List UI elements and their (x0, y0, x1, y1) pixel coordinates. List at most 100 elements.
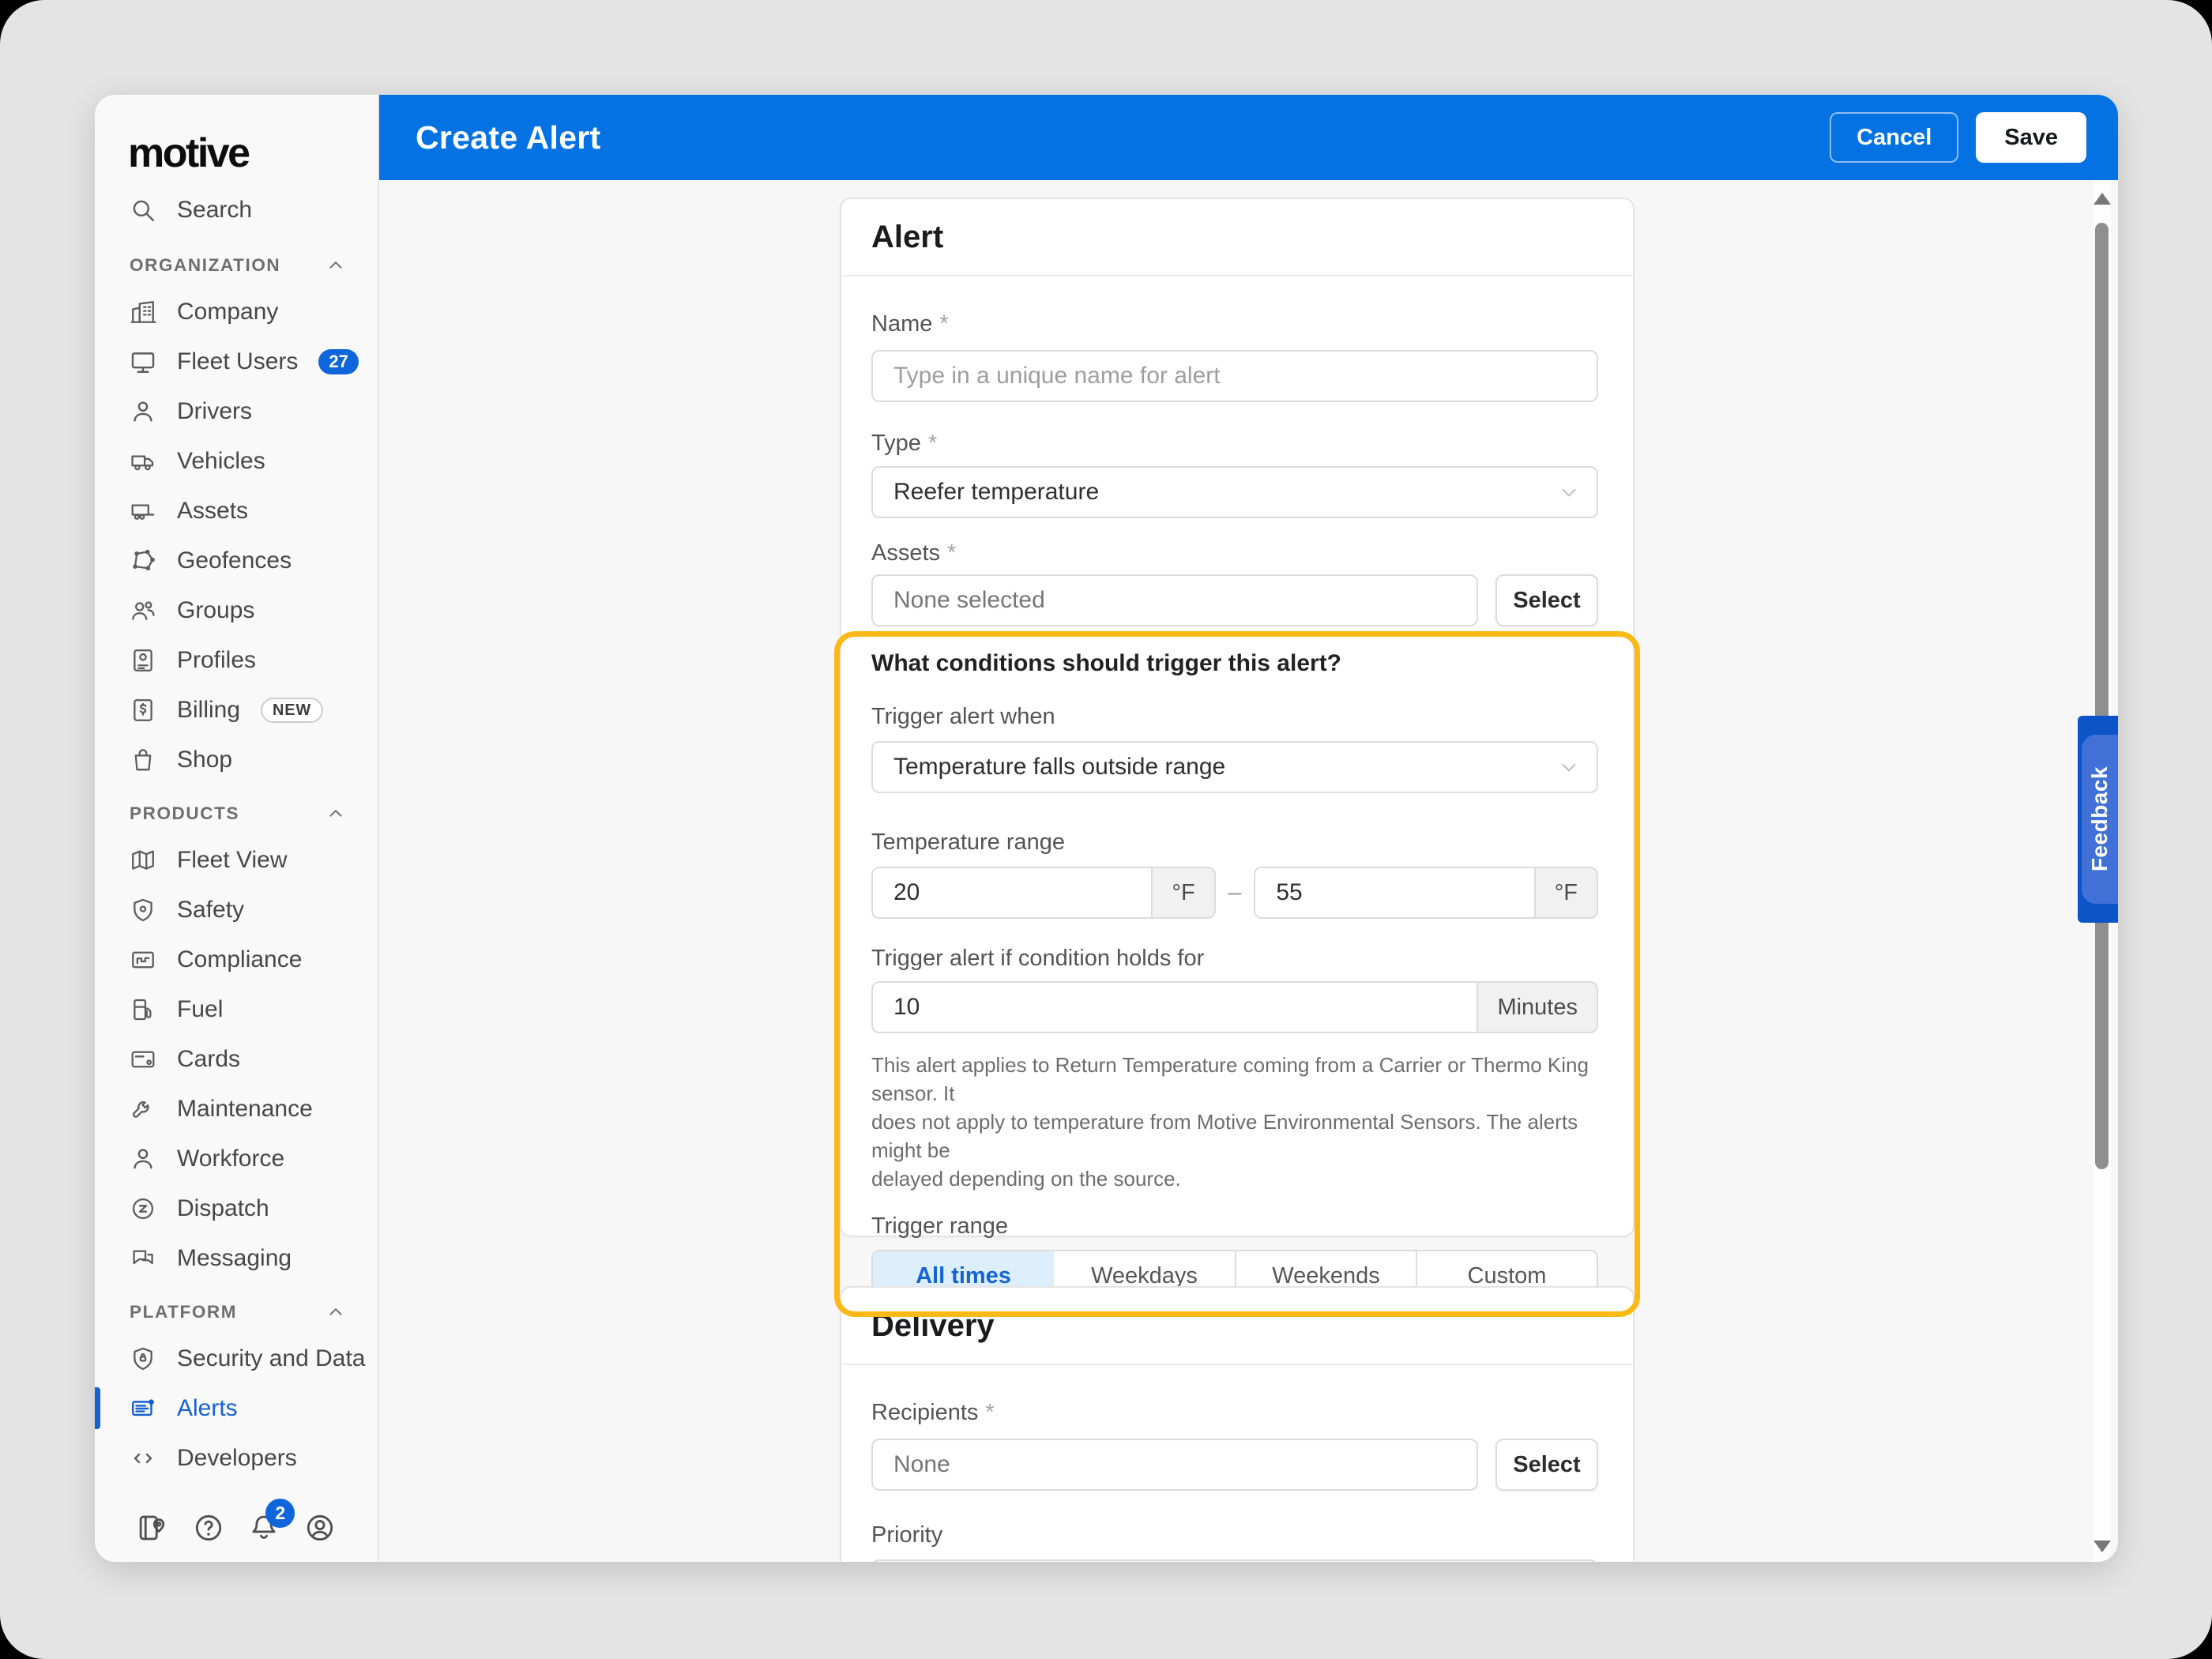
type-select[interactable]: Reefer temperature (871, 466, 1598, 518)
type-label: Type * (871, 431, 938, 456)
trigger-when-select[interactable]: Temperature falls outside range (871, 741, 1598, 793)
sidebar-item-geofences[interactable]: Geofences (95, 536, 378, 585)
guide-icon (136, 1511, 169, 1544)
temp-range-label: Temperature range (871, 830, 1066, 855)
sidebar: motive Search ORGANIZATION Company Fleet U… (95, 95, 379, 1562)
assets-input[interactable]: None selected (871, 574, 1478, 626)
temp-max-input[interactable]: 55 (1254, 867, 1534, 919)
alert-card-title: Alert (841, 199, 1633, 276)
holds-label: Trigger alert if condition holds for (871, 946, 1205, 971)
trigger-when-label: Trigger alert when (871, 704, 1055, 729)
chevron-down-icon (1557, 755, 1581, 779)
required-mark: * (927, 431, 938, 456)
recipients-input[interactable]: None (871, 1439, 1478, 1491)
billing-icon (130, 697, 156, 724)
sidebar-item-company[interactable]: Company (95, 287, 378, 337)
name-input[interactable]: Type in a unique name for alert (871, 350, 1598, 402)
chevron-down-icon (1557, 480, 1581, 504)
temp-max-unit: °F (1533, 867, 1598, 919)
sidebar-item-groups[interactable]: Groups (95, 585, 378, 635)
sidebar-item-profiles[interactable]: Profiles (95, 635, 378, 685)
page-header: Create Alert Cancel Save (379, 95, 2118, 180)
name-label: Name * (871, 311, 949, 337)
trigger-range-label: Trigger range (871, 1213, 1009, 1239)
fleet-view-icon (130, 847, 156, 874)
cancel-button[interactable]: Cancel (1830, 112, 1959, 163)
recipients-select-button[interactable]: Select (1495, 1439, 1598, 1491)
feedback-tab[interactable]: Feedback (2078, 716, 2118, 923)
nav-section-organization[interactable]: ORGANIZATION (95, 244, 378, 287)
fleet-users-icon (130, 348, 156, 375)
security-and-data-icon (130, 1345, 156, 1372)
sidebar-item-security-and-data[interactable]: Security and Data (95, 1334, 378, 1383)
form-content: Alert Name * Type in a unique name for al… (379, 180, 2118, 1562)
assets-select-button[interactable]: Select (1495, 574, 1598, 626)
sidebar-item-safety[interactable]: Safety (95, 885, 378, 935)
sidebar-item-messaging[interactable]: Messaging (95, 1233, 378, 1283)
sidebar-item-drivers[interactable]: Drivers (95, 386, 378, 436)
temp-min-input[interactable]: 20 (871, 867, 1152, 919)
sidebar-item-alerts[interactable]: Alerts (95, 1383, 378, 1433)
nav-section-products[interactable]: PRODUCTS (95, 792, 378, 835)
holds-unit: Minutes (1477, 981, 1598, 1033)
priority-label: Priority (871, 1522, 943, 1548)
compliance-icon (130, 946, 156, 973)
range-separator: – (1228, 879, 1242, 905)
search-label: Search (177, 196, 253, 223)
sidebar-item-fuel[interactable]: Fuel (95, 984, 378, 1034)
account-button[interactable] (303, 1511, 337, 1544)
sidebar-item-assets[interactable]: Assets (95, 486, 378, 536)
conditions-note: This alert applies to Return Temperature… (871, 1053, 1589, 1191)
priority-input[interactable] (871, 1559, 1598, 1562)
sidebar-nav: ORGANIZATION Company Fleet Users 27 Drivers V… (95, 244, 378, 1483)
sidebar-item-developers[interactable]: Developers (95, 1433, 378, 1483)
temp-max-group: 55 °F (1254, 867, 1598, 919)
recipients-label: Recipients * (871, 1400, 995, 1425)
guide-button[interactable] (136, 1511, 169, 1544)
sidebar-item-fleet-users[interactable]: Fleet Users 27 (95, 337, 378, 386)
sidebar-item-maintenance[interactable]: Maintenance (95, 1084, 378, 1134)
delivery-card: Delivery Recipients * None Select Priorit… (840, 1286, 1635, 1562)
sidebar-item-cards[interactable]: Cards (95, 1034, 378, 1084)
delivery-card-title: Delivery (841, 1288, 1633, 1365)
page-title: Create Alert (416, 118, 601, 156)
dispatch-icon (130, 1195, 156, 1222)
feedback-tab-inner: Feedback (2082, 735, 2118, 904)
chevron-up-icon (325, 255, 346, 276)
scroll-down-arrow[interactable] (2094, 1540, 2111, 1552)
sidebar-item-fleet-view[interactable]: Fleet View (95, 835, 378, 885)
sidebar-item-vehicles[interactable]: Vehicles (95, 436, 378, 486)
help-button[interactable] (192, 1511, 225, 1544)
account-icon (303, 1511, 337, 1544)
workforce-icon (130, 1146, 156, 1172)
conditions-section: What conditions should trigger this aler… (834, 626, 1640, 1317)
required-mark: * (939, 311, 949, 337)
scroll-up-arrow[interactable] (2094, 193, 2111, 205)
sidebar-item-billing[interactable]: Billing NEW (95, 685, 378, 735)
holds-group: 10 Minutes (871, 981, 1598, 1033)
holds-input[interactable]: 10 (871, 981, 1477, 1033)
cards-icon (130, 1046, 156, 1073)
save-button[interactable]: Save (1976, 112, 2086, 163)
chevron-up-icon (325, 803, 346, 824)
sidebar-search[interactable]: Search (95, 185, 378, 235)
alerts-icon (130, 1395, 156, 1422)
sidebar-item-shop[interactable]: Shop (95, 735, 378, 784)
notifications-button[interactable]: 2 (247, 1499, 295, 1544)
desktop-background: motive Search ORGANIZATION Company Fleet U… (0, 0, 2212, 1659)
maintenance-icon (130, 1096, 156, 1123)
sidebar-item-compliance[interactable]: Compliance (95, 935, 378, 984)
temp-min-unit: °F (1151, 867, 1216, 919)
sidebar-item-dispatch[interactable]: Dispatch (95, 1183, 378, 1233)
notification-badge: 2 (265, 1499, 295, 1528)
sidebar-footer: 2 (95, 1499, 378, 1544)
nav-section-platform[interactable]: PLATFORM (95, 1291, 378, 1334)
count-badge: 27 (318, 348, 359, 374)
fuel-icon (130, 996, 156, 1023)
drivers-icon (130, 398, 156, 425)
assets-label: Assets * (871, 540, 957, 566)
alert-card: Alert Name * Type in a unique name for al… (834, 198, 1640, 1317)
sidebar-item-workforce[interactable]: Workforce (95, 1134, 378, 1183)
app-window: motive Search ORGANIZATION Company Fleet U… (95, 95, 2118, 1562)
scrollbar-thumb[interactable] (2095, 223, 2109, 1169)
